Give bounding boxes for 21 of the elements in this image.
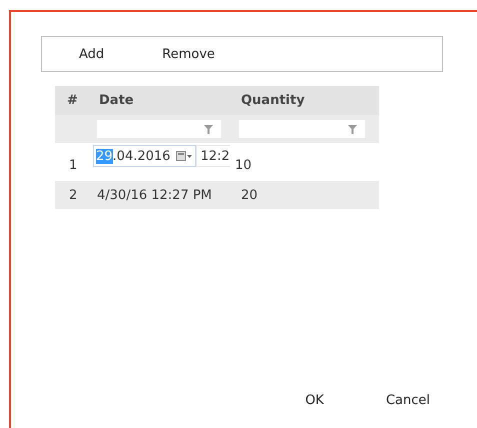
calendar-icon[interactable] [176, 151, 194, 161]
column-header[interactable]: Quantity [235, 93, 379, 108]
date-text: .04.2016 [112, 148, 170, 164]
time-input[interactable]: 12:2 [196, 145, 230, 167]
date-text: 29 [96, 148, 113, 164]
dialog-button[interactable]: Cancel [364, 387, 452, 414]
row-number: 2 [68, 188, 78, 202]
column-header[interactable]: Date [93, 93, 235, 108]
filter-icon[interactable] [348, 124, 357, 134]
filter-field[interactable] [97, 120, 221, 138]
toolbar-button[interactable]: Add [61, 40, 122, 68]
table-cell-text: 4/30/16 12:27 PM [96, 188, 213, 202]
column-header[interactable]: # [55, 93, 93, 108]
row-number: 1 [68, 156, 78, 172]
filter-icon[interactable] [204, 124, 213, 134]
toolbar-button[interactable]: Remove [144, 40, 233, 68]
table-cell-text: 20 [240, 188, 259, 202]
table-cell-text: 10 [234, 156, 253, 172]
dialog-button[interactable]: OK [283, 387, 346, 414]
filter-field[interactable] [239, 120, 365, 138]
date-input[interactable]: 29.04.2016 [93, 145, 196, 167]
